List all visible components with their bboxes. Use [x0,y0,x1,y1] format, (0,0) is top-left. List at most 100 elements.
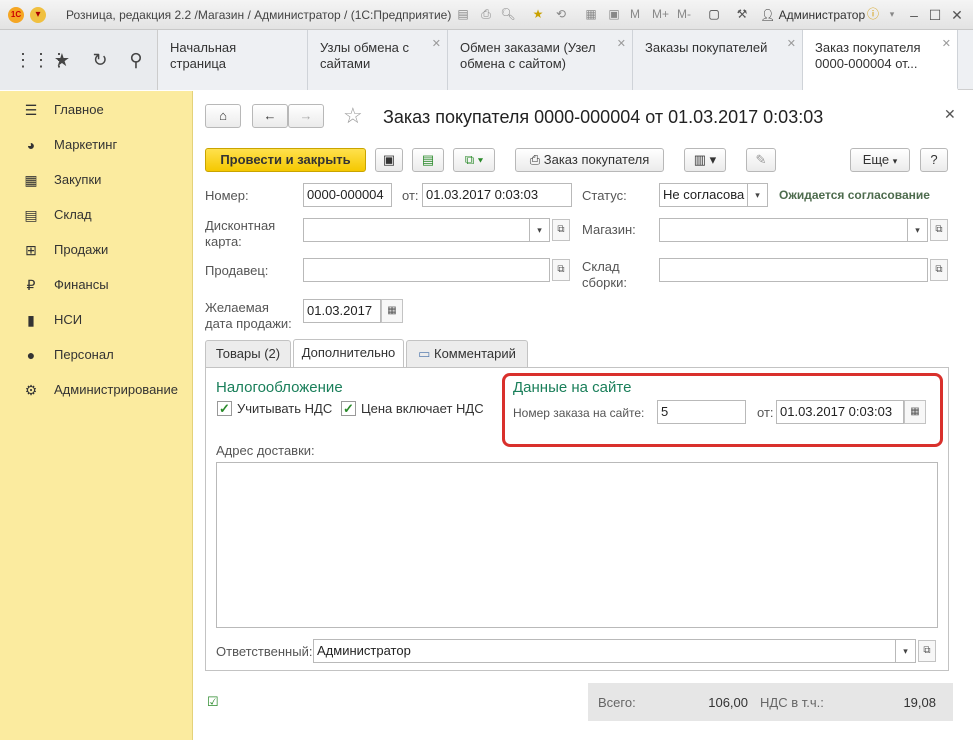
maximize-button[interactable]: ☐ [925,5,945,25]
sidebar-item-sales[interactable]: ⊞ Продажи [0,235,193,265]
date-from-label: от: [402,188,419,203]
printer-icon: ⎙ [529,152,544,167]
tools-icon[interactable]: ⚒ [734,6,750,22]
close-tab-icon[interactable]: ✕ [942,36,951,52]
sections-grid-icon[interactable]: ⋮⋮⋮ [14,48,68,72]
close-tab-icon[interactable]: ✕ [617,36,626,52]
app-logo-icon: 1С [8,7,24,23]
tab-customer-orders[interactable]: Заказы покупателей ✕ [633,30,803,90]
sidebar-item-marketing[interactable]: ◕ Маркетинг [0,130,193,160]
tab-current-order[interactable]: Заказ покупателя 0000-000004 от... ✕ [803,30,958,90]
seller-field[interactable] [303,258,550,282]
store-dropdown-button[interactable]: ▾ [908,218,928,242]
memory-plus-button[interactable]: M+ [652,6,669,22]
assembly-warehouse-field[interactable] [659,258,928,282]
window-layout-icon[interactable]: ▢ [706,6,722,22]
assembly-warehouse-open-button[interactable]: ⧉ [930,259,948,281]
site-order-date-field[interactable]: 01.03.2017 0:03:03 [776,400,904,424]
calendar-button[interactable]: ▦ [381,299,403,323]
delivery-address-textarea[interactable] [216,462,938,628]
sidebar-item-main[interactable]: ☰ Главное [0,95,193,125]
total-value: 106,00 [708,695,748,710]
post-button[interactable]: ▤ [412,148,444,172]
forward-button[interactable]: → [288,104,324,128]
site-date-calendar-button[interactable]: ▦ [904,400,926,424]
favorite-star-icon[interactable]: ☆ [343,103,363,129]
close-form-icon[interactable]: ✕ [944,106,956,123]
minimize-button[interactable]: – [904,5,924,25]
close-tab-icon[interactable]: ✕ [787,36,796,52]
more-button[interactable]: Еще ▾ [850,148,910,172]
arrow-right-icon: → [299,108,313,123]
search-icon[interactable]: ⚲ [124,48,148,72]
memory-m-button[interactable]: M [630,6,640,22]
sidebar-item-nsi[interactable]: ▮ НСИ [0,305,193,335]
favorites-icon[interactable]: ★ [530,6,546,22]
tab-comment[interactable]: ▭ Комментарий [406,340,528,368]
status-select[interactable]: Не согласова [659,183,748,207]
sidebar-item-finance[interactable]: ₽ Финансы [0,270,193,300]
form-title: Заказ покупателя 0000-000004 от 01.03.20… [383,107,824,127]
calendar-icon: ▦ [910,406,920,417]
create-based-on-button[interactable]: ⧉ ▾ [453,148,495,172]
vat-checkbox[interactable]: ✓ [217,401,232,416]
back-button[interactable]: ← [252,104,288,128]
totals-panel: Всего: 106,00 НДС в т.ч.: 19,08 [588,683,953,721]
responsible-dropdown-button[interactable]: ▾ [896,639,916,663]
reports-button[interactable]: ▥ ▾ [684,148,726,172]
sidebar-item-purchases[interactable]: ▦ Закупки [0,165,193,195]
tab-order-exchange[interactable]: Обмен заказами (Узел обмена с сайтом) ✕ [448,30,633,90]
open-icon: ⧉ [557,264,565,275]
tab-goods[interactable]: Товары (2) [205,340,291,368]
desired-sale-date-field[interactable]: 01.03.2017 [303,299,381,323]
sidebar-item-personnel[interactable]: ● Персонал [0,340,193,370]
home-button[interactable]: ⌂ [205,104,241,128]
print-order-button[interactable]: ⎙ Заказ покупателя [515,148,664,172]
book-icon: ▮ [27,312,35,328]
close-tab-icon[interactable]: ✕ [432,36,441,52]
calculator-icon[interactable]: ▦ [583,6,599,22]
user-name[interactable]: 👤︎ Администратор [760,8,865,22]
preview-icon[interactable]: 🔍︎ [500,6,516,22]
tab-additional[interactable]: Дополнительно [293,339,404,368]
sidebar-item-administration[interactable]: ⚙ Администрирование [0,375,193,405]
tab-exchange-nodes[interactable]: Узлы обмена с сайтами ✕ [308,30,448,90]
discount-card-dropdown-button[interactable]: ▾ [530,218,550,242]
number-field[interactable]: 0000-000004 [303,183,392,207]
save-button[interactable]: ▣ [375,148,403,172]
disk-icon: ▣ [382,152,396,167]
site-order-number-field[interactable]: 5 [657,400,746,424]
history-clock-icon[interactable]: ↻ [88,48,112,72]
close-window-button[interactable]: ✕ [947,5,967,25]
sidebar-item-warehouse[interactable]: ▤ Склад [0,200,193,230]
price-includes-vat-label: Цена включает НДС [361,401,484,416]
attachments-button[interactable]: ✎ [746,148,776,172]
discount-card-open-button[interactable]: ⧉ [552,219,570,241]
responsible-open-button[interactable]: ⧉ [918,640,936,662]
taxation-heading: Налогообложение [216,379,343,396]
help-button[interactable]: ? [920,148,948,172]
memory-minus-button[interactable]: M- [677,6,691,22]
info-icon[interactable]: ⓘ [865,6,881,22]
warehouse-icon: ▤ [24,207,38,223]
tab-home[interactable]: Начальная страница [158,30,308,90]
info-menu-chevron-icon[interactable]: ▾ [884,6,900,22]
open-icon: ⧉ [935,224,943,235]
calendar-icon[interactable]: ▣ [606,6,622,22]
store-open-button[interactable]: ⧉ [930,219,948,241]
discount-card-field[interactable] [303,218,530,242]
main-menu-icon[interactable]: ▾ [30,7,46,23]
post-and-close-button[interactable]: Провести и закрыть [205,148,366,172]
print-icon[interactable]: ⎙ [478,6,494,22]
seller-open-button[interactable]: ⧉ [552,259,570,281]
status-dropdown-button[interactable]: ▾ [748,183,768,207]
gear-icon: ⚙ [24,382,38,398]
save-icon[interactable]: ▤ [455,6,471,22]
comment-icon: ▭ [418,346,434,361]
responsible-field[interactable]: Администратор [313,639,896,663]
price-includes-vat-checkbox[interactable]: ✓ [341,401,356,416]
date-field[interactable]: 01.03.2017 0:03:03 [422,183,572,207]
history-icon[interactable]: ⟲ [553,6,569,22]
store-field[interactable] [659,218,908,242]
favorites-star-icon[interactable]: ★ [50,48,74,72]
